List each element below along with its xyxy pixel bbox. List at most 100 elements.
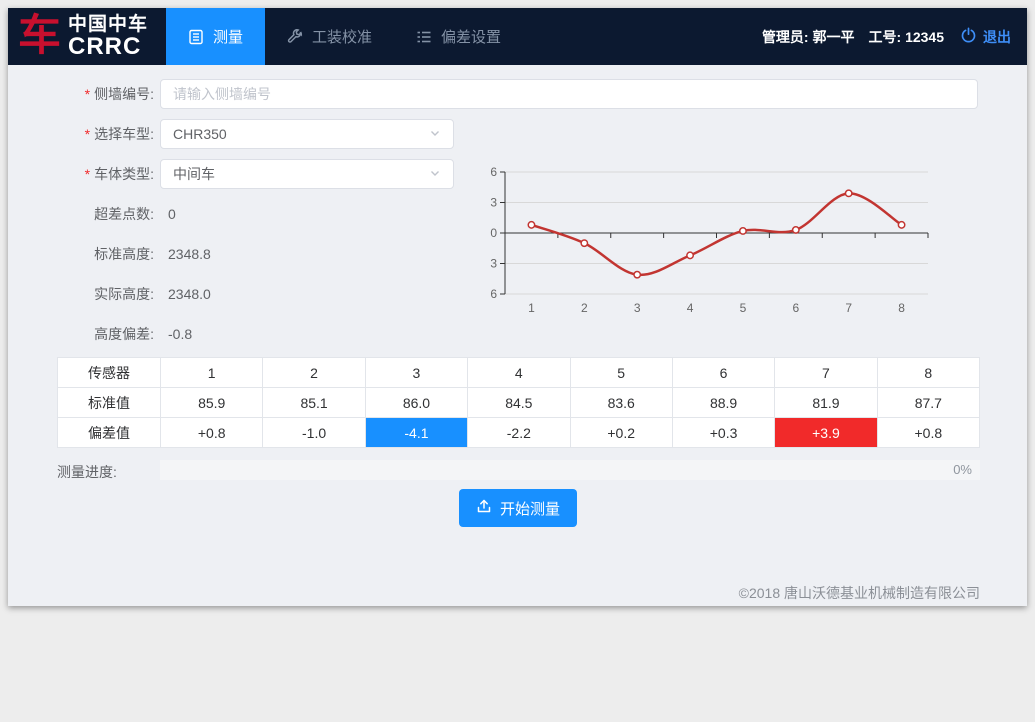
table-value-cell: -2.2 bbox=[468, 418, 570, 448]
model-select[interactable]: CHR350 bbox=[160, 119, 454, 149]
data-point-marker bbox=[528, 222, 534, 228]
table-row: 偏差值+0.8-1.0-4.1-2.2+0.2+0.3+3.9+0.8 bbox=[58, 418, 980, 448]
table-header-cell: 8 bbox=[877, 358, 979, 388]
x-tick-label: 4 bbox=[687, 301, 694, 315]
data-point-marker bbox=[581, 240, 587, 246]
table-header-cell: 4 bbox=[468, 358, 570, 388]
tab-tool-calibration[interactable]: 工装校准 bbox=[265, 8, 394, 65]
user-info: 管理员: 郭一平 工号: 12345 bbox=[762, 27, 944, 47]
list-icon bbox=[416, 29, 432, 45]
standard-height-value: 2348.8 bbox=[168, 244, 211, 264]
standard-height-label: 标准高度: bbox=[8, 244, 154, 264]
table-value-cell: +0.3 bbox=[672, 418, 774, 448]
deviation-line-chart: 6 3 0 -3 -6 1 2 3 4 5 6 7 8 bbox=[490, 162, 940, 320]
required-asterisk: * bbox=[85, 126, 90, 142]
table-value-cell: 88.9 bbox=[672, 388, 774, 418]
y-tick-label: 6 bbox=[490, 165, 497, 179]
table-header-cell: 1 bbox=[161, 358, 263, 388]
sidewall-number-input[interactable] bbox=[160, 79, 978, 109]
required-asterisk: * bbox=[85, 86, 90, 102]
table-header-cell: 6 bbox=[672, 358, 774, 388]
body-type-select-value: 中间车 bbox=[173, 164, 215, 184]
height-deviation-value: -0.8 bbox=[168, 324, 192, 344]
upload-icon bbox=[476, 498, 492, 518]
progress-percent: 0% bbox=[953, 460, 972, 480]
x-tick-label: 7 bbox=[845, 301, 852, 315]
data-point-marker bbox=[687, 252, 693, 258]
data-point-marker bbox=[898, 222, 904, 228]
table-value-cell: -1.0 bbox=[263, 418, 365, 448]
tab-deviation-settings-label: 偏差设置 bbox=[441, 26, 501, 47]
sensor-table: 传感器12345678标准值85.985.186.084.583.688.981… bbox=[57, 357, 980, 448]
x-tick-label: 6 bbox=[792, 301, 799, 315]
worker-id: 工号: 12345 bbox=[869, 27, 945, 47]
table-header-cell: 3 bbox=[365, 358, 467, 388]
table-value-cell: 86.0 bbox=[365, 388, 467, 418]
body-type-label: *车体类型: bbox=[8, 159, 154, 189]
main-content: *侧墙编号: *选择车型: CHR350 *车体类型: 中间车 bbox=[8, 65, 1027, 606]
table-value-cell: +0.2 bbox=[570, 418, 672, 448]
chevron-down-icon bbox=[429, 126, 441, 142]
data-point-marker bbox=[634, 271, 640, 277]
table-value-cell: +3.9 bbox=[775, 418, 877, 448]
y-tick-label: 3 bbox=[490, 196, 497, 210]
x-tick-label: 5 bbox=[740, 301, 747, 315]
body-type-select[interactable]: 中间车 bbox=[160, 159, 454, 189]
out-of-tolerance-count-value: 0 bbox=[168, 204, 176, 224]
chevron-down-icon bbox=[429, 166, 441, 182]
sidewall-number-label: *侧墙编号: bbox=[8, 79, 154, 109]
tab-tool-calibration-label: 工装校准 bbox=[312, 26, 372, 47]
x-tick-label: 3 bbox=[634, 301, 641, 315]
wrench-icon bbox=[287, 29, 303, 45]
top-navbar: 车 中国中车 CRRC 测量 bbox=[8, 8, 1027, 65]
data-point-marker bbox=[793, 227, 799, 233]
start-measure-label: 开始测量 bbox=[500, 498, 560, 519]
out-of-tolerance-count-label: 超差点数: bbox=[8, 204, 154, 224]
model-select-value: CHR350 bbox=[173, 126, 227, 142]
table-value-cell: 84.5 bbox=[468, 388, 570, 418]
brand-name-en: CRRC bbox=[68, 35, 148, 59]
x-tick-label: 2 bbox=[581, 301, 588, 315]
table-value-cell: 85.9 bbox=[161, 388, 263, 418]
start-measure-button[interactable]: 开始测量 bbox=[459, 489, 577, 527]
nav-tabs: 测量 工装校准 偏差设置 bbox=[166, 8, 523, 65]
model-select-label: *选择车型: bbox=[8, 119, 154, 149]
navbar-user-area: 管理员: 郭一平 工号: 12345 退出 bbox=[762, 8, 1027, 65]
logout-button[interactable]: 退出 bbox=[960, 27, 1011, 47]
y-tick-label: -6 bbox=[490, 287, 497, 301]
progress-bar: 0% bbox=[160, 460, 980, 480]
brand-names: 中国中车 CRRC bbox=[68, 14, 148, 59]
actual-height-value: 2348.0 bbox=[168, 284, 211, 304]
power-icon bbox=[960, 27, 977, 47]
tab-deviation-settings[interactable]: 偏差设置 bbox=[394, 8, 523, 65]
app-window: 车 中国中车 CRRC 测量 bbox=[8, 8, 1027, 606]
brand-logo: 车 中国中车 CRRC bbox=[8, 8, 166, 65]
data-point-marker bbox=[845, 190, 851, 196]
document-icon bbox=[188, 29, 204, 45]
table-header-cell: 传感器 bbox=[58, 358, 161, 388]
progress-label: 测量进度: bbox=[57, 462, 117, 482]
table-value-cell: 85.1 bbox=[263, 388, 365, 418]
table-row-label: 偏差值 bbox=[58, 418, 161, 448]
table-value-cell: 87.7 bbox=[877, 388, 979, 418]
table-value-cell: 83.6 bbox=[570, 388, 672, 418]
tab-measure-label: 测量 bbox=[213, 26, 243, 47]
required-asterisk: * bbox=[85, 166, 90, 182]
table-header-cell: 2 bbox=[263, 358, 365, 388]
table-header-cell: 5 bbox=[570, 358, 672, 388]
table-value-cell: +0.8 bbox=[877, 418, 979, 448]
y-tick-label: -3 bbox=[490, 257, 497, 271]
copyright-text: ©2018 唐山沃德基业机械制造有限公司 bbox=[739, 583, 980, 603]
x-tick-label: 8 bbox=[898, 301, 905, 315]
crrc-emblem-icon: 车 bbox=[18, 15, 61, 58]
actual-height-label: 实际高度: bbox=[8, 284, 154, 304]
admin-name: 管理员: 郭一平 bbox=[762, 27, 855, 47]
tab-measure[interactable]: 测量 bbox=[166, 8, 265, 65]
table-header-row: 传感器12345678 bbox=[58, 358, 980, 388]
data-point-marker bbox=[740, 228, 746, 234]
y-tick-label: 0 bbox=[490, 226, 497, 240]
x-tick-label: 1 bbox=[528, 301, 535, 315]
table-value-cell: -4.1 bbox=[365, 418, 467, 448]
logout-label: 退出 bbox=[983, 27, 1011, 47]
brand-name-cn: 中国中车 bbox=[68, 14, 148, 35]
